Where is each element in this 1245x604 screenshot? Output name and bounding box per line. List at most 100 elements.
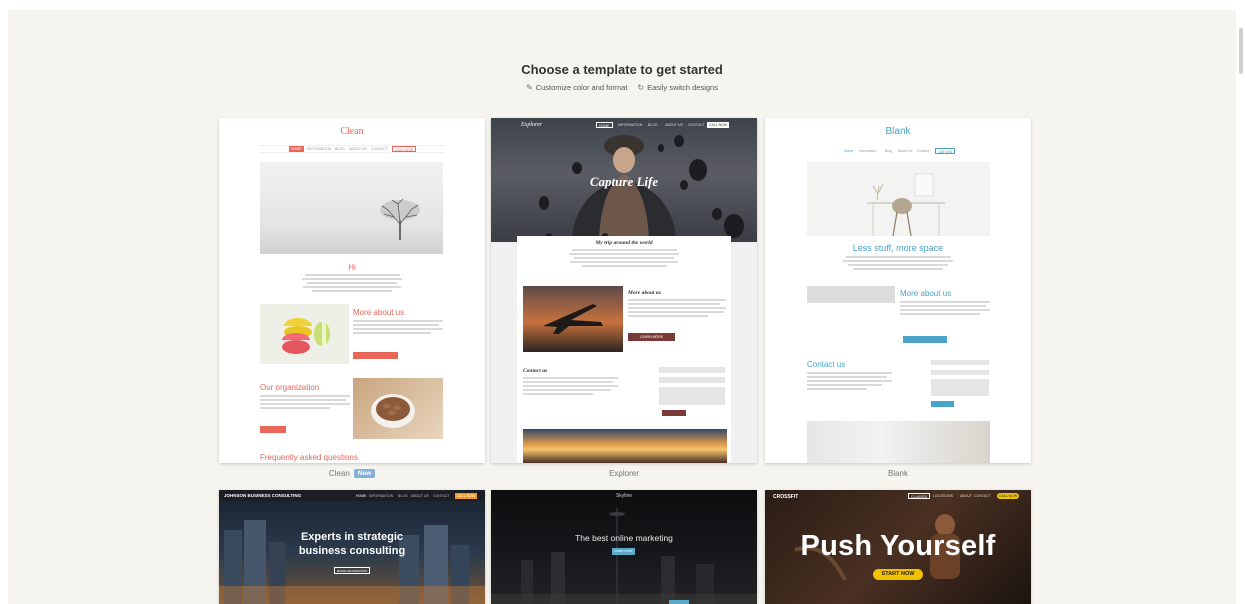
section-more-about: More about us [900, 289, 952, 298]
headline: Less stuff, more space [852, 243, 944, 253]
nav-contact: CONTACT [688, 123, 705, 127]
text-block [900, 301, 990, 317]
preview-logo: Explorer [521, 122, 543, 128]
preview-hi: Hi [348, 263, 356, 272]
new-badge: New [353, 469, 376, 478]
hero-line-1: Experts in strategic [300, 531, 404, 543]
text-block [260, 395, 350, 411]
feature-label: Easily switch designs [647, 83, 718, 92]
nav-blog: BLOG [398, 494, 408, 498]
hero-image [260, 162, 443, 254]
nav-contact: CONTACT [371, 147, 388, 151]
nav-blog: BLOG [648, 123, 658, 127]
nav-about: ABOUT US [349, 147, 367, 151]
contact-button [260, 426, 286, 433]
sunset-image [523, 429, 727, 463]
submit-button [662, 410, 686, 416]
text-block [628, 299, 726, 319]
form-field [659, 377, 725, 383]
plane-image [523, 286, 623, 352]
hero-title: Capture Life [589, 174, 659, 189]
nav-information: INFORMATION [618, 123, 643, 127]
section-more-about: More about us [353, 308, 405, 317]
night-city-illustration [491, 508, 757, 604]
nav-contact: CONTACT [433, 494, 450, 498]
nav-about: About Us [898, 149, 913, 153]
preview-title: Clean [340, 126, 364, 137]
nav-about: ABOUT US [665, 123, 683, 127]
nav-contact: Contact [917, 149, 930, 153]
section-trip: My trip around the world [595, 240, 653, 246]
hero-title: Push Yourself [800, 530, 996, 562]
template-card-johnson[interactable]: JOHNSON BUSINESS CONSULTING HOME INFORMA… [219, 490, 485, 604]
template-gallery: Choose a template to get started ✎ Custo… [8, 10, 1236, 604]
template-card-crossfit[interactable]: CROSSFIT CLASSES LOCATIONS ABOUT CONTACT… [765, 490, 1031, 604]
form-field [931, 379, 989, 396]
text-block [843, 256, 953, 272]
start-now-button: START NOW [873, 569, 923, 580]
nav-information: Information [859, 149, 877, 153]
text-block [569, 249, 679, 269]
nav-home: HOME [596, 122, 613, 128]
nav-call: Call Now [935, 148, 956, 154]
image-placeholder [807, 286, 895, 303]
template-card-explorer[interactable]: Explorer HOME INFORMATION BLOG ABOUT US … [491, 118, 757, 463]
nav-home: Home [844, 149, 854, 153]
learn-more-button [353, 352, 398, 359]
nav-locations: LOCATIONS [933, 494, 953, 498]
template-card-clean[interactable]: Clean HOME INFORMATION BLOG ABOUT US CON… [219, 118, 485, 463]
feature-customize: ✎ Customize color and format [526, 83, 627, 92]
nav-call: CALL NOW [707, 122, 730, 128]
section-organization: Our organization [260, 383, 320, 392]
nav-information: INFORMATION [307, 147, 332, 151]
tree-illustration [380, 198, 420, 240]
scrollbar[interactable] [1239, 28, 1243, 74]
form-field [931, 370, 989, 375]
bottom-image [807, 421, 990, 463]
template-label-explorer: Explorer [609, 469, 639, 478]
nav-blog: BLOG [335, 147, 345, 151]
feature-label: Customize color and format [535, 83, 628, 92]
section-contact: Contact us [523, 368, 548, 374]
text-block [523, 377, 618, 397]
preview-logo: JOHNSON BUSINESS CONSULTING [224, 493, 302, 498]
hero-title: The best online marketing [575, 533, 673, 543]
form-field [931, 360, 989, 365]
plane-illustration [543, 304, 603, 334]
chair-illustration [867, 173, 945, 237]
submit-button [931, 401, 954, 407]
template-card-blank[interactable]: Blank Home Information Blog About Us Con… [765, 118, 1031, 463]
more-info-button: MORE INFORMATION [334, 567, 370, 574]
template-label-clean: Clean New [219, 469, 485, 478]
learn-more-button [903, 336, 947, 343]
form-field [659, 367, 725, 373]
hero-image [807, 162, 990, 237]
hero-line-2: business consulting [298, 545, 406, 557]
nav-home: HOME [289, 146, 304, 152]
scroll-down-button [669, 600, 689, 604]
text-block [807, 372, 892, 392]
page-title: Choose a template to get started [521, 62, 723, 77]
refresh-icon: ↻ [637, 83, 645, 92]
nav-classes: CLASSES [908, 493, 931, 499]
nav-contact: CONTACT [974, 494, 991, 498]
almonds-image [353, 378, 443, 439]
nav-blog: Blog [885, 149, 893, 153]
nav-call: CALL NOW [392, 146, 417, 152]
nav-information: INFORMATION [369, 494, 394, 498]
content-panel: My trip around the world More about us L… [517, 236, 731, 463]
text-block [302, 274, 402, 294]
almonds-illustration [371, 394, 415, 428]
text-block [353, 320, 443, 336]
nav-call: CALL NOW [997, 493, 1020, 499]
learn-more-button: LEARN MORE [628, 333, 675, 341]
macarons-illustration [282, 318, 330, 354]
feature-switch: ↻ Easily switch designs [637, 83, 718, 92]
nav-about: ABOUT US [411, 494, 429, 498]
form-field [659, 387, 725, 405]
learn-more-button: Learn more [612, 548, 635, 555]
template-card-skyline[interactable]: Skyline The best online marketing Learn … [491, 490, 757, 604]
preview-title: Blank [885, 126, 911, 137]
preview-logo: CROSSFIT [773, 494, 799, 500]
macarons-image [260, 304, 349, 364]
